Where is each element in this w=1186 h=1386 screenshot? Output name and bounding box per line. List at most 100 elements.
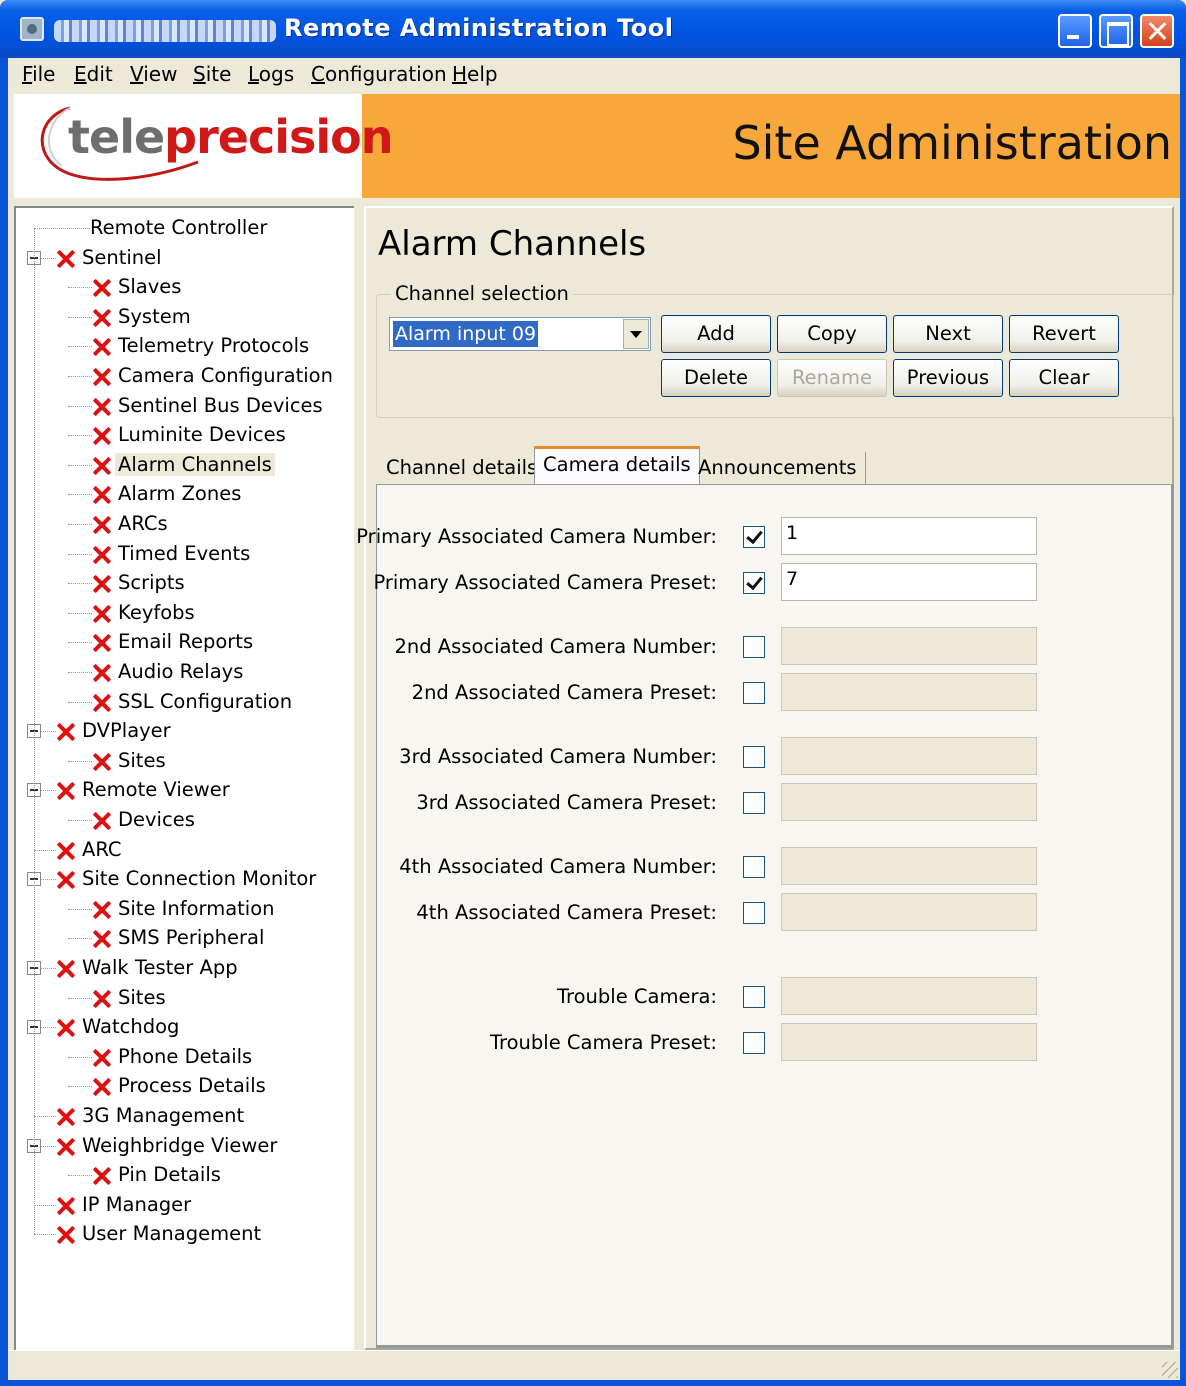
clear-button[interactable]: Clear — [1009, 359, 1119, 397]
copy-button[interactable]: Copy — [777, 315, 887, 353]
menu-file[interactable]: File — [22, 62, 55, 86]
enable-checkbox[interactable] — [743, 572, 765, 594]
tree-item[interactable]: Phone Details — [16, 1043, 354, 1071]
field-label: 3rd Associated Camera Preset: — [416, 791, 717, 814]
menu-configuration[interactable]: Configuration — [311, 62, 447, 86]
tree-item[interactable]: 3G Management — [16, 1102, 354, 1130]
camera-value-input[interactable] — [781, 847, 1037, 885]
camera-value-input[interactable] — [781, 783, 1037, 821]
tree-item[interactable]: System — [16, 303, 354, 331]
tree-item-label: ARCs — [118, 512, 168, 535]
close-button[interactable] — [1140, 14, 1174, 48]
status-bar — [8, 1350, 1180, 1380]
tree-item[interactable]: Scripts — [16, 569, 354, 597]
tree-item[interactable]: Camera Configuration — [16, 362, 354, 390]
camera-value-input[interactable] — [781, 673, 1037, 711]
maximize-button[interactable] — [1099, 14, 1133, 48]
tree-item-label: Devices — [118, 808, 195, 831]
next-button[interactable]: Next — [893, 315, 1003, 353]
tree-item[interactable]: Watchdog — [16, 1013, 354, 1041]
tree-item[interactable]: Slaves — [16, 273, 354, 301]
tree-item[interactable]: Audio Relays — [16, 658, 354, 686]
enable-checkbox[interactable] — [743, 636, 765, 658]
tree-item[interactable]: ARCs — [16, 510, 354, 538]
tree-item[interactable]: SSL Configuration — [16, 688, 354, 716]
camera-value-input[interactable] — [781, 1023, 1037, 1061]
tree-item[interactable]: Remote Controller — [16, 214, 354, 242]
enable-checkbox[interactable] — [743, 746, 765, 768]
enable-checkbox[interactable] — [743, 792, 765, 814]
rename-button[interactable]: Rename — [777, 359, 887, 397]
field-label: 2nd Associated Camera Preset: — [411, 681, 717, 704]
tree-item[interactable]: Sentinel Bus Devices — [16, 392, 354, 420]
tree-item[interactable]: Alarm Channels — [16, 451, 354, 479]
tree-item[interactable]: User Management — [16, 1220, 354, 1248]
tree-item[interactable]: Weighbridge Viewer — [16, 1132, 354, 1160]
enable-checkbox[interactable] — [743, 986, 765, 1008]
navigation-tree[interactable]: Remote Controller Sentinel Slaves System Tel… — [14, 206, 354, 1350]
error-x-icon — [56, 249, 76, 269]
title-bar[interactable]: Remote Administration Tool — [0, 0, 1186, 58]
tree-item[interactable]: Pin Details — [16, 1161, 354, 1189]
tree-item[interactable]: Sites — [16, 984, 354, 1012]
tree-item[interactable]: Timed Events — [16, 540, 354, 568]
tree-item-label: Sentinel Bus Devices — [118, 393, 323, 417]
tree-item[interactable]: Alarm Zones — [16, 480, 354, 508]
tree-item[interactable]: Sentinel — [16, 244, 354, 272]
error-x-icon — [56, 841, 76, 861]
tree-item[interactable]: Devices — [16, 806, 354, 834]
header-title: Site Administration — [732, 116, 1172, 170]
camera-value-input[interactable] — [781, 737, 1037, 775]
tree-item[interactable]: DVPlayer — [16, 717, 354, 745]
channel-selection-group: Channel selection Alarm input 09 Add Cop… — [376, 282, 1174, 418]
enable-checkbox[interactable] — [743, 856, 765, 878]
tree-item[interactable]: Email Reports — [16, 628, 354, 656]
tree-item[interactable]: Walk Tester App — [16, 954, 354, 982]
menu-help[interactable]: Help — [452, 62, 498, 86]
menu-site[interactable]: Site — [193, 62, 231, 86]
tree-item[interactable]: ARC — [16, 836, 354, 864]
enable-checkbox[interactable] — [743, 902, 765, 924]
chevron-down-icon[interactable] — [623, 319, 649, 349]
camera-value-input[interactable] — [781, 627, 1037, 665]
add-button[interactable]: Add — [661, 315, 771, 353]
tree-item[interactable]: Process Details — [16, 1072, 354, 1100]
enable-checkbox[interactable] — [743, 526, 765, 548]
minimize-button[interactable] — [1058, 14, 1092, 48]
error-x-icon — [56, 1018, 76, 1038]
tab-announcements[interactable]: Announcements — [690, 452, 866, 486]
camera-value-input[interactable] — [781, 977, 1037, 1015]
tree-item[interactable]: Site Information — [16, 895, 354, 923]
menu-edit[interactable]: Edit — [74, 62, 113, 86]
tree-item[interactable]: Sites — [16, 747, 354, 775]
tree-item[interactable]: SMS Peripheral — [16, 924, 354, 952]
tree-item[interactable]: Telemetry Protocols — [16, 332, 354, 360]
tree-item[interactable]: Luminite Devices — [16, 421, 354, 449]
delete-button[interactable]: Delete — [661, 359, 771, 397]
menu-view[interactable]: View — [130, 62, 177, 86]
channel-select[interactable]: Alarm input 09 — [389, 317, 651, 351]
tree-item[interactable]: Site Connection Monitor — [16, 865, 354, 893]
tab-camera-details[interactable]: Camera details — [534, 446, 700, 486]
tab-strip: Channel details Camera details Announcem… — [376, 446, 1176, 486]
camera-value-input[interactable]: 1 — [781, 517, 1037, 555]
field-label: 4th Associated Camera Number: — [399, 855, 717, 878]
enable-checkbox[interactable] — [743, 682, 765, 704]
error-x-icon — [92, 929, 112, 949]
revert-button[interactable]: Revert — [1009, 315, 1119, 353]
tree-item-label: Scripts — [118, 571, 185, 595]
camera-value-input[interactable]: 7 — [781, 563, 1037, 601]
tree-connector — [68, 494, 92, 496]
previous-button[interactable]: Previous — [893, 359, 1003, 397]
tree-item[interactable]: Keyfobs — [16, 599, 354, 627]
tree-item[interactable]: IP Manager — [16, 1191, 354, 1219]
resize-grip-icon[interactable] — [1162, 1362, 1178, 1378]
enable-checkbox[interactable] — [743, 1032, 765, 1054]
tree-item[interactable]: Remote Viewer — [16, 776, 354, 804]
field-label: Trouble Camera Preset: — [489, 1031, 717, 1054]
error-x-icon — [92, 604, 112, 624]
error-x-icon — [56, 781, 76, 801]
tab-channel-details[interactable]: Channel details — [378, 452, 547, 486]
camera-value-input[interactable] — [781, 893, 1037, 931]
menu-logs[interactable]: Logs — [248, 62, 294, 86]
